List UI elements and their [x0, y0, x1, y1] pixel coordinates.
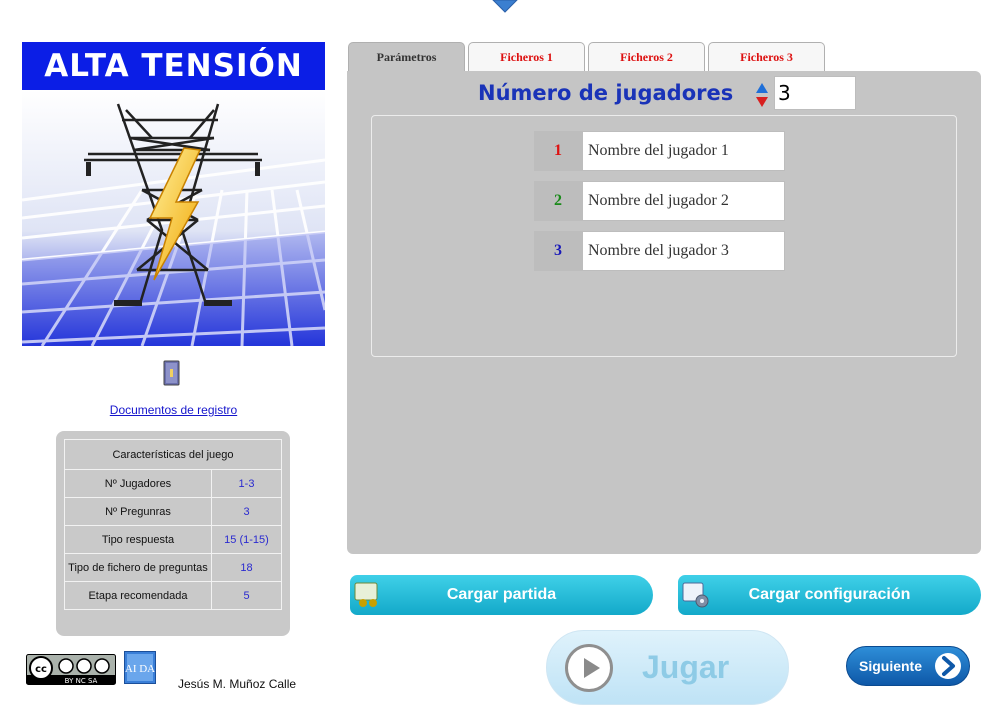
app-title: ALTA TENSIÓN — [22, 42, 325, 90]
load-config-label: Cargar configuración — [748, 586, 911, 603]
num-players-input[interactable]: 3 — [774, 76, 856, 110]
player-row: 3 Nombre del jugador 3 — [534, 231, 785, 271]
aida-logo[interactable]: AI DA — [124, 651, 156, 684]
parameters-panel: Número de jugadores 3 1 Nombre del jugad… — [347, 71, 981, 554]
table-row: Nº Jugadores 1-3 — [64, 469, 282, 498]
table-row: Tipo respuesta 15 (1-15) — [64, 525, 282, 554]
player-number: 2 — [534, 181, 582, 221]
table-row: Etapa recomendada 5 — [64, 581, 282, 610]
tab-ficheros-2[interactable]: Ficheros 2 — [588, 42, 705, 71]
feature-value: 1-3 — [211, 469, 282, 498]
load-game-button[interactable]: Cargar partida — [350, 575, 653, 615]
tab-ficheros-1[interactable]: Ficheros 1 — [468, 42, 585, 71]
cover-illustration — [22, 90, 325, 346]
load-config-button[interactable]: Cargar configuración — [678, 575, 981, 615]
svg-text:cc: cc — [35, 664, 47, 675]
chevron-right-icon — [935, 653, 961, 679]
player-name-input[interactable]: Nombre del jugador 2 — [582, 181, 785, 221]
creative-commons-license-badge[interactable]: cc BY NC SA — [26, 654, 116, 685]
load-game-label: Cargar partida — [446, 586, 557, 603]
tab-parametros[interactable]: Parámetros — [348, 42, 465, 71]
num-players-label: Número de jugadores — [478, 81, 734, 105]
load-config-icon — [682, 582, 709, 608]
next-button[interactable]: Siguiente — [846, 646, 970, 686]
aida-logo-text: AI DA — [125, 663, 155, 675]
play-button[interactable]: Jugar — [546, 630, 789, 705]
tab-bar: Parámetros Ficheros 1 Ficheros 2 Fichero… — [348, 42, 825, 71]
player-name-input[interactable]: Nombre del jugador 3 — [582, 231, 785, 271]
book-icon[interactable] — [163, 360, 180, 386]
scroll-up-arrow-icon[interactable] — [490, 0, 520, 14]
tab-ficheros-3[interactable]: Ficheros 3 — [708, 42, 825, 71]
table-row: Tipo de fichero de preguntas 18 — [64, 553, 282, 582]
play-label: Jugar — [642, 649, 730, 685]
player-number: 1 — [534, 131, 582, 171]
registry-documents-link[interactable]: Documentos de registro — [22, 403, 325, 417]
feature-label: Nº Pregunras — [64, 497, 212, 526]
feature-value: 15 (1-15) — [211, 525, 282, 554]
player-row: 2 Nombre del jugador 2 — [534, 181, 785, 221]
feature-label: Tipo respuesta — [64, 525, 212, 554]
license-badge-text: BY NC SA — [65, 677, 98, 685]
player-number: 3 — [534, 231, 582, 271]
player-name-input[interactable]: Nombre del jugador 1 — [582, 131, 785, 171]
features-header: Características del juego — [64, 439, 282, 470]
table-row: Nº Pregunras 3 — [64, 497, 282, 526]
players-list: 1 Nombre del jugador 1 2 Nombre del juga… — [371, 115, 957, 357]
game-features-table: Características del juego Nº Jugadores 1… — [56, 431, 290, 636]
feature-label: Etapa recomendada — [64, 581, 212, 610]
play-icon — [565, 644, 613, 692]
feature-label: Nº Jugadores — [64, 469, 212, 498]
feature-value: 3 — [211, 497, 282, 526]
load-game-icon — [354, 582, 378, 607]
feature-value: 5 — [211, 581, 282, 610]
author-name: Jesús M. Muñoz Calle — [178, 677, 297, 691]
player-row: 1 Nombre del jugador 1 — [534, 131, 785, 171]
num-players-spinner-icon[interactable] — [755, 82, 769, 108]
feature-value: 18 — [211, 553, 282, 582]
next-label: Siguiente — [859, 658, 923, 674]
feature-label: Tipo de fichero de preguntas — [64, 553, 212, 582]
